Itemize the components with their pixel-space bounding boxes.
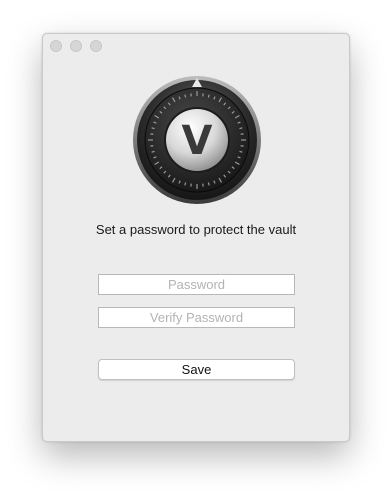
instruction-text: Set a password to protect the vault <box>95 222 297 237</box>
vault-dial-icon: V <box>133 76 261 204</box>
window-controls <box>50 40 102 52</box>
close-button[interactable] <box>50 40 62 52</box>
verify-password-field[interactable] <box>98 307 295 328</box>
zoom-button[interactable] <box>90 40 102 52</box>
save-button[interactable]: Save <box>98 359 295 380</box>
vault-letter: V <box>182 118 213 164</box>
app-window: V Set a password to protect the vault Sa… <box>42 33 350 442</box>
password-field[interactable] <box>98 274 295 295</box>
minimize-button[interactable] <box>70 40 82 52</box>
